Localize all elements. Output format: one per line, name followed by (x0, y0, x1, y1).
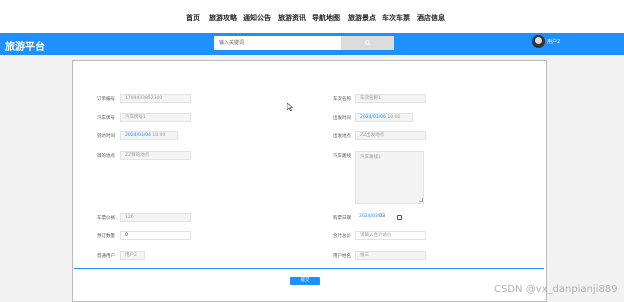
arrive-time-field: 2024/03/04 18:00 (120, 131, 178, 140)
total-label: 合计总价 (333, 234, 351, 239)
depart-date: 2024/03/ (360, 115, 381, 120)
account-field: 用户2 (120, 251, 145, 260)
search-input[interactable]: 输入关键词 (214, 36, 341, 50)
quantity-input[interactable]: 0 (120, 231, 191, 240)
route-label: 汽车路线 (333, 154, 351, 159)
arrive-date: 2024/03/ (125, 133, 146, 138)
user-name-label: 用户姓名 (333, 254, 351, 259)
nav-item-travel-news[interactable]: 旅游资讯 (278, 13, 306, 23)
username[interactable]: 用户2 (547, 38, 560, 45)
nav-item-attractions[interactable]: 旅游景点 (348, 13, 376, 23)
nav-item-nav-map[interactable]: 导航地图 (312, 13, 340, 23)
booking-date-label: 购票日期 (333, 216, 351, 221)
car-no-field: 汽车牌号1 (120, 113, 191, 122)
car-no-label: 汽车牌号 (97, 116, 115, 121)
nav-item-hotels[interactable]: 酒店信息 (417, 13, 445, 23)
booking-day: 03 (379, 214, 385, 219)
avatar[interactable] (532, 35, 545, 48)
route-textarea: 汽车路线1 (355, 151, 424, 204)
quantity-label: 预订数量 (97, 234, 115, 239)
order-no-label: 订单编号 (97, 97, 115, 102)
nav-item-notices[interactable]: 通知公告 (243, 13, 271, 23)
watermark: CSDN @vx_danpianji889 (494, 284, 618, 295)
price-field: 126 (120, 213, 191, 222)
trip-name-field: 车次名称1 (355, 94, 426, 103)
destination-field: ZZ目的地点 (120, 151, 191, 160)
depart-time-label: 出发时间 (333, 116, 351, 121)
user-name-field: 张三 (355, 251, 426, 260)
nav-item-travel-guide[interactable]: 旅游攻略 (209, 13, 237, 23)
arrive-time-label: 到达时间 (97, 134, 115, 139)
top-nav: 首页 旅游攻略 通知公告 旅游资讯 导航地图 旅游景点 车次车票 酒店信息 (0, 0, 624, 33)
depart-place-label: 出发地点 (333, 134, 351, 139)
price-label: 车票价格 (97, 216, 115, 221)
site-brand[interactable]: 旅游平台 (5, 38, 45, 53)
depart-time: 10:00 (387, 115, 401, 120)
nav-item-tickets[interactable]: 车次车票 (382, 13, 410, 23)
depart-day: 06 (380, 115, 386, 120)
total-input[interactable]: 请输入合计总价 (355, 231, 426, 240)
account-label: 普通用户 (97, 254, 115, 259)
depart-time-field: 2024/03/06 10:00 (355, 113, 413, 122)
booking-date: 2024/03/ (359, 214, 380, 219)
nav-item-home[interactable]: 首页 (186, 13, 200, 23)
resize-handle-icon[interactable] (419, 198, 423, 202)
order-no-field: 1709433852300 (120, 94, 191, 103)
arrive-day: 04 (145, 133, 151, 138)
mouse-cursor-icon (287, 103, 293, 111)
search-icon (364, 40, 371, 46)
destination-label: 目的地点 (97, 154, 115, 159)
trip-name-label: 车次名称 (333, 97, 351, 102)
form-divider (74, 268, 544, 269)
arrive-time: 18:00 (152, 133, 166, 138)
submit-button[interactable]: 提交 (290, 277, 320, 285)
search-button[interactable] (341, 36, 394, 50)
depart-place-field: ZZ出发地点 (355, 131, 426, 140)
calendar-icon[interactable] (397, 215, 402, 220)
